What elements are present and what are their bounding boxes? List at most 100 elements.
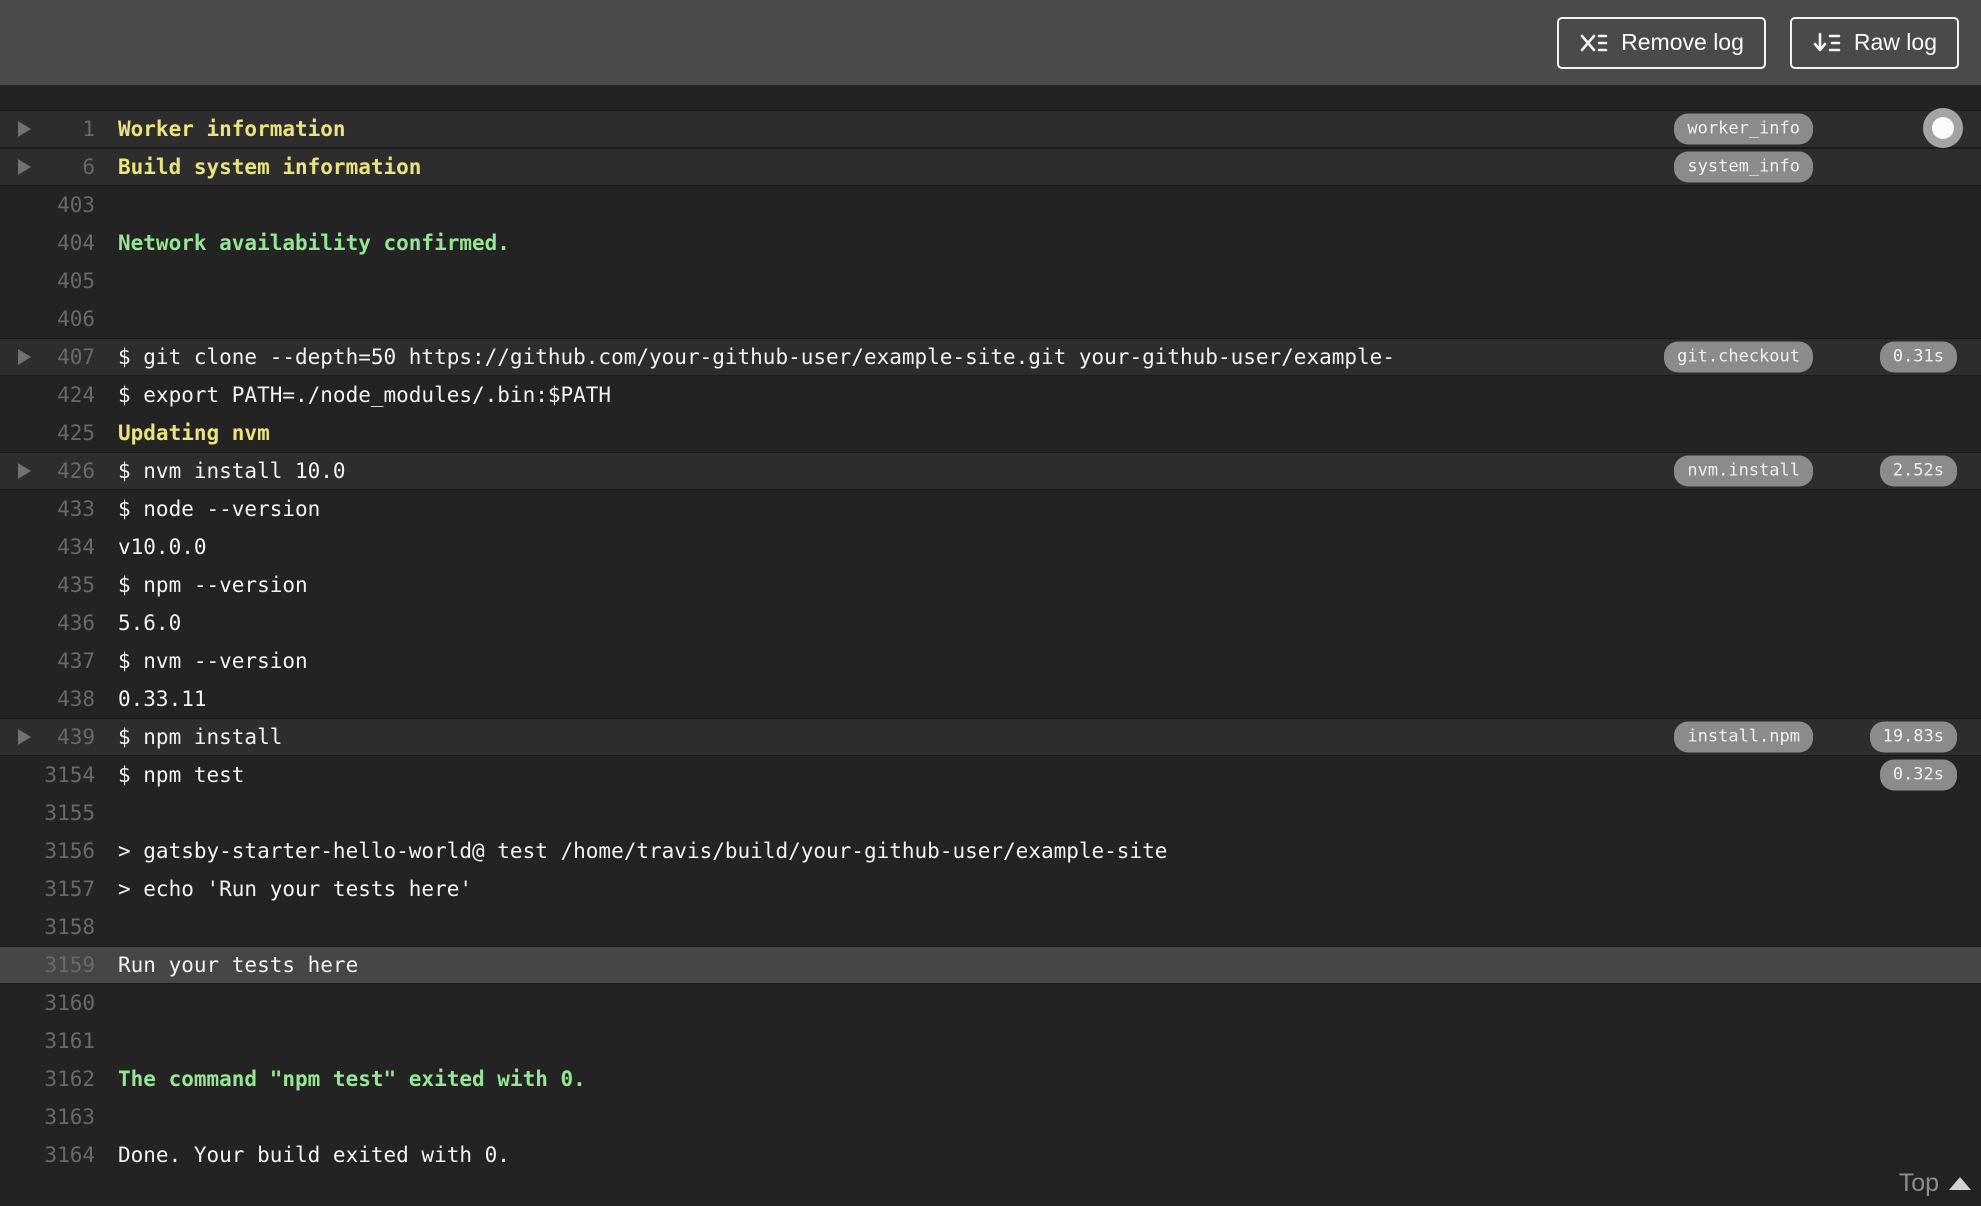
log-text: $ git clone --depth=50 https://github.co… [118, 345, 1395, 369]
top-arrow-icon [1949, 1177, 1971, 1190]
log-line-438: 438 0.33.11 [0, 680, 1981, 718]
log-line-3155: 3155 [0, 794, 1981, 832]
log-text: $ npm --version [118, 573, 308, 597]
fold-toggle-icon[interactable] [18, 159, 31, 175]
log-line-3163: 3163 [0, 1098, 1981, 1136]
scroll-thumb-dot [1932, 117, 1954, 139]
log-toolbar: Remove log Raw log [0, 0, 1981, 85]
line-number[interactable]: 3156 [0, 839, 95, 863]
line-number[interactable]: 3162 [0, 1067, 95, 1091]
fold-toggle-icon[interactable] [18, 121, 31, 137]
stage-tag-badge: worker_info [1674, 113, 1813, 145]
log-line-407: 407 $ git clone --depth=50 https://github… [0, 338, 1981, 376]
line-number[interactable]: 424 [0, 383, 95, 407]
line-number[interactable]: 3154 [0, 763, 95, 787]
log-line-436: 436 5.6.0 [0, 604, 1981, 642]
scroll-thumb[interactable] [1923, 108, 1963, 148]
log-text: Worker information [118, 117, 346, 141]
raw-log-label: Raw log [1853, 29, 1937, 55]
fold-toggle-icon[interactable] [18, 349, 31, 365]
log-line-3154: 3154 $ npm test 0.32s [0, 756, 1981, 794]
log-text: $ node --version [118, 497, 321, 521]
line-number[interactable]: 3159 [0, 953, 95, 977]
line-number[interactable]: 434 [0, 535, 95, 559]
line-number[interactable]: 3158 [0, 915, 95, 939]
stage-tag-badge: nvm.install [1674, 455, 1813, 487]
line-number[interactable]: 3163 [0, 1105, 95, 1129]
line-number[interactable]: 3157 [0, 877, 95, 901]
log-text: $ nvm install 10.0 [118, 459, 346, 483]
remove-log-button[interactable]: Remove log [1557, 16, 1766, 69]
line-number[interactable]: 1 [0, 117, 95, 141]
top-label: Top [1898, 1169, 1939, 1197]
log-line-435: 435 $ npm --version [0, 566, 1981, 604]
line-number[interactable]: 407 [0, 345, 95, 369]
log-line-405: 405 [0, 262, 1981, 300]
log-text: Done. Your build exited with 0. [118, 1143, 510, 1167]
line-number[interactable]: 6 [0, 155, 95, 179]
log-line-1: 1 Worker information worker_info [0, 110, 1981, 148]
log-line-3161: 3161 [0, 1022, 1981, 1060]
fold-toggle-icon[interactable] [18, 463, 31, 479]
log-line-439: 439 $ npm install install.npm 19.83s [0, 718, 1981, 756]
line-number[interactable]: 439 [0, 725, 95, 749]
log-line-3160: 3160 [0, 984, 1981, 1022]
duration-badge: 2.52s [1879, 455, 1957, 487]
log-line-437: 437 $ nvm --version [0, 642, 1981, 680]
raw-log-button[interactable]: Raw log [1789, 16, 1959, 69]
log-line-3159: 3159 Run your tests here [0, 946, 1981, 984]
log-text: $ npm install [118, 725, 283, 749]
log-line-433: 433 $ node --version [0, 490, 1981, 528]
log-line-424: 424 $ export PATH=./node_modules/.bin:$PA… [0, 376, 1981, 414]
log-line-406: 406 [0, 300, 1981, 338]
line-number[interactable]: 3155 [0, 801, 95, 825]
log-text: Updating nvm [118, 421, 270, 445]
stage-tag-badge: install.npm [1674, 721, 1813, 753]
remove-log-icon [1579, 30, 1609, 56]
duration-badge: 19.83s [1869, 721, 1957, 753]
line-number[interactable]: 436 [0, 611, 95, 635]
line-number[interactable]: 438 [0, 687, 95, 711]
log-text: The command "npm test" exited with 0. [118, 1067, 586, 1091]
log-text: Network availability confirmed. [118, 231, 510, 255]
log-line-426: 426 $ nvm install 10.0 nvm.install 2.52s [0, 452, 1981, 490]
log-line-425: 425 Updating nvm [0, 414, 1981, 452]
line-number[interactable]: 3164 [0, 1143, 95, 1167]
log-text: 5.6.0 [118, 611, 182, 635]
duration-badge: 0.32s [1879, 759, 1957, 791]
log-text: Run your tests here [118, 953, 359, 977]
log-text: $ npm test [118, 763, 245, 787]
line-number[interactable]: 405 [0, 269, 95, 293]
log-line-3158: 3158 [0, 908, 1981, 946]
log-line-3164: 3164 Done. Your build exited with 0. [0, 1136, 1981, 1174]
raw-log-icon [1812, 30, 1842, 56]
duration-badge: 0.31s [1879, 341, 1957, 373]
log-lines: 1 Worker information worker_info 6 Build sys… [0, 110, 1981, 1174]
log-line-3162: 3162 The command "npm test" exited with 0… [0, 1060, 1981, 1098]
line-number[interactable]: 437 [0, 649, 95, 673]
line-number[interactable]: 406 [0, 307, 95, 331]
log-text: 0.33.11 [118, 687, 207, 711]
fold-toggle-icon[interactable] [18, 729, 31, 745]
log-text: Build system information [118, 155, 422, 179]
scroll-to-top-link[interactable]: Top [1899, 1169, 1971, 1198]
line-number[interactable]: 3161 [0, 1029, 95, 1053]
log-line-3157: 3157 > echo 'Run your tests here' [0, 870, 1981, 908]
line-number[interactable]: 404 [0, 231, 95, 255]
line-number[interactable]: 435 [0, 573, 95, 597]
log-text: > echo 'Run your tests here' [118, 877, 473, 901]
line-number[interactable]: 425 [0, 421, 95, 445]
line-number[interactable]: 3160 [0, 991, 95, 1015]
log-line-6: 6 Build system information system_info [0, 148, 1981, 186]
stage-tag-badge: system_info [1674, 151, 1813, 183]
line-number[interactable]: 403 [0, 193, 95, 217]
log-line-404: 404 Network availability confirmed. [0, 224, 1981, 262]
log-line-403: 403 [0, 186, 1981, 224]
log-text: > gatsby-starter-hello-world@ test /home… [118, 839, 1168, 863]
build-log: 1 Worker information worker_info 6 Build sys… [0, 85, 1981, 1174]
log-line-434: 434 v10.0.0 [0, 528, 1981, 566]
log-text: $ export PATH=./node_modules/.bin:$PATH [118, 383, 612, 407]
line-number[interactable]: 433 [0, 497, 95, 521]
line-number[interactable]: 426 [0, 459, 95, 483]
stage-tag-badge: git.checkout [1664, 341, 1813, 373]
